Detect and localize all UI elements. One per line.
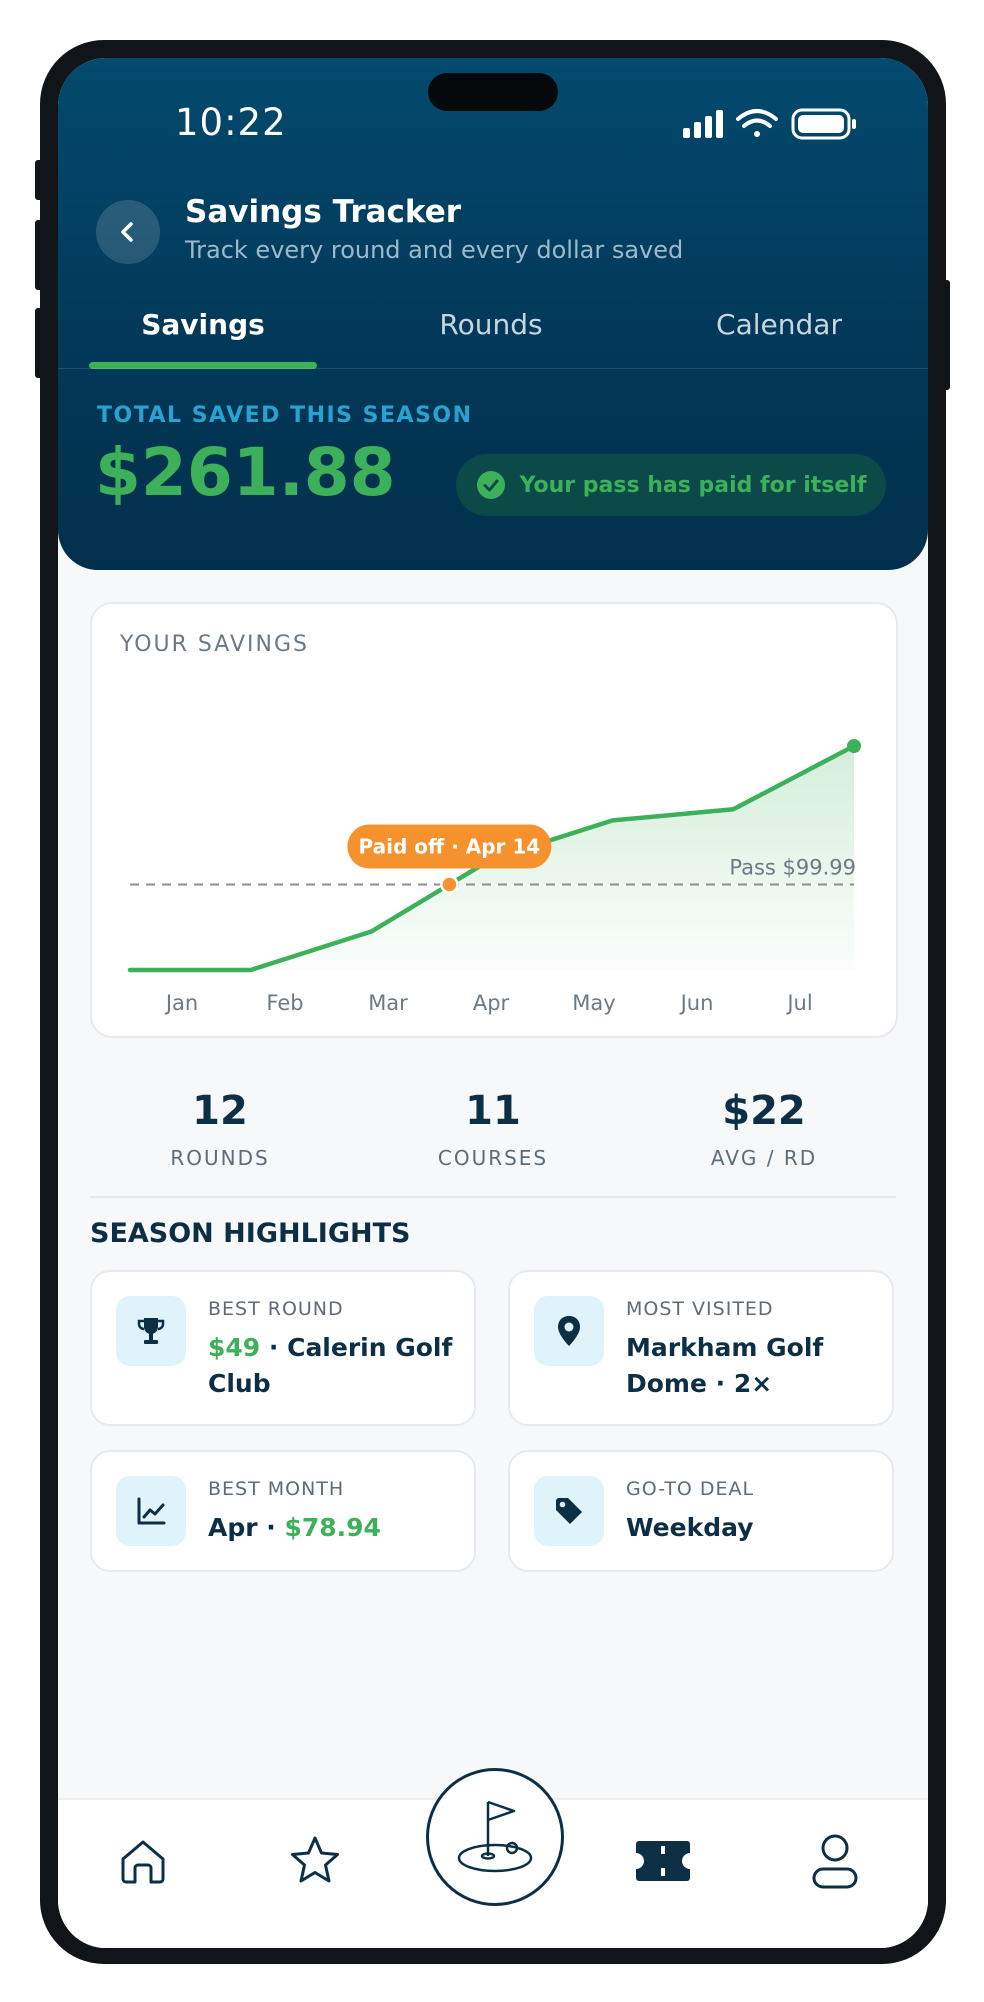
stat-rounds-value: 12: [192, 1088, 248, 1134]
most-visited-card[interactable]: MOST VISITED Markham Golf Dome · 2×: [508, 1270, 894, 1426]
tab-divider: [58, 368, 928, 369]
stat-avg: $22 AVG / RD: [654, 1088, 874, 1170]
total-saved-value: $261.88: [95, 434, 396, 511]
stats-row: 12 ROUNDS 11 COURSES $22 AVG / RD: [90, 1088, 896, 1178]
stats-divider: [90, 1196, 896, 1198]
best-round-value: $49 · Calerin Golf Club: [208, 1330, 454, 1402]
header: 10:22 Savings Tracker Track every round …: [58, 58, 928, 570]
savings-chart-card: YOUR SAVINGS Pass $99.99 Paid off · Apr 1…: [90, 602, 898, 1038]
x-tick-jan: Jan: [164, 991, 198, 1015]
paid-off-badge: Your pass has paid for itself: [456, 454, 886, 516]
payoff-tooltip-label: Paid off · Apr 14: [359, 835, 541, 859]
section-title: SEASON HIGHLIGHTS: [90, 1218, 411, 1249]
stat-courses: 11 COURSES: [383, 1088, 603, 1170]
best-round-card[interactable]: BEST ROUND $49 · Calerin Golf Club: [90, 1270, 476, 1426]
x-tick-mar: Mar: [368, 991, 408, 1015]
nav-home[interactable]: [108, 1826, 178, 1896]
battery-icon: [791, 108, 856, 140]
go-to-deal-value: Weekday: [626, 1513, 754, 1542]
best-month-card[interactable]: BEST MONTH Apr · $78.94: [90, 1450, 476, 1572]
best-round-label: BEST ROUND: [208, 1298, 344, 1320]
best-round-amount: $49: [208, 1333, 261, 1362]
x-tick-may: May: [572, 991, 615, 1015]
go-to-deal-card[interactable]: GO-TO DEAL Weekday: [508, 1450, 894, 1572]
go-to-deal-label: GO-TO DEAL: [626, 1478, 755, 1500]
stat-rounds: 12 ROUNDS: [110, 1088, 330, 1170]
back-button[interactable]: [96, 200, 160, 264]
stat-avg-label: AVG / RD: [710, 1146, 818, 1170]
tab-savings[interactable]: Savings: [88, 308, 318, 341]
paid-off-text: Your pass has paid for itself: [519, 472, 867, 498]
best-month-amount: $78.94: [284, 1513, 381, 1542]
data-point-jul: [847, 739, 861, 753]
stat-rounds-label: ROUNDS: [170, 1146, 270, 1170]
best-month-value: Apr · $78.94: [208, 1510, 454, 1546]
wifi-icon: [736, 109, 778, 137]
total-saved-label: TOTAL SAVED THIS SEASON: [97, 403, 473, 428]
profile-icon: [812, 1834, 858, 1889]
nav-profile[interactable]: [800, 1826, 870, 1896]
best-month-name: Apr ·: [208, 1513, 285, 1542]
status-icons: [683, 108, 856, 140]
stat-avg-value: $22: [722, 1088, 806, 1134]
screen: 10:22 Savings Tracker Track every round …: [58, 58, 928, 1948]
x-tick-apr: Apr: [473, 991, 510, 1015]
trophy-icon: [116, 1296, 186, 1366]
x-tick-jul: Jul: [785, 991, 812, 1015]
most-visited-value: Markham Golf Dome · 2×: [626, 1333, 824, 1398]
nav-favorites[interactable]: [280, 1826, 350, 1896]
dynamic-island: [428, 73, 558, 111]
status-time: 10:22: [175, 101, 287, 144]
page-subtitle: Track every round and every dollar saved: [185, 236, 684, 264]
nav-play-golf[interactable]: [426, 1768, 564, 1906]
ticket-icon: [636, 1841, 690, 1881]
map-pin-icon: [534, 1296, 604, 1366]
pass-reference-label: Pass $99.99: [729, 856, 856, 880]
nav-passes[interactable]: [628, 1826, 698, 1896]
star-icon: [291, 1836, 339, 1883]
x-tick-jun: Jun: [679, 991, 714, 1015]
golf-flag-icon: [457, 1800, 533, 1873]
savings-chart: Pass $99.99 Paid off · Apr 14 Jan Feb Mar Apr…: [127, 739, 861, 1015]
home-icon: [121, 1840, 165, 1884]
tab-rounds[interactable]: Rounds: [376, 308, 606, 341]
tab-calendar[interactable]: Calendar: [664, 308, 894, 341]
bottom-nav: [58, 1768, 928, 1948]
trending-up-icon: [116, 1476, 186, 1546]
cellular-signal-icon: [683, 110, 723, 138]
stat-courses-value: 11: [465, 1088, 521, 1134]
chevron-left-icon: [121, 222, 133, 242]
best-month-label: BEST MONTH: [208, 1478, 345, 1500]
payoff-marker: [440, 875, 459, 894]
x-tick-feb: Feb: [266, 991, 303, 1015]
stat-courses-label: COURSES: [437, 1146, 549, 1170]
check-circle-icon: [476, 471, 505, 499]
most-visited-label: MOST VISITED: [626, 1298, 774, 1320]
page-title: Savings Tracker: [185, 194, 462, 230]
tag-icon: [534, 1476, 604, 1546]
